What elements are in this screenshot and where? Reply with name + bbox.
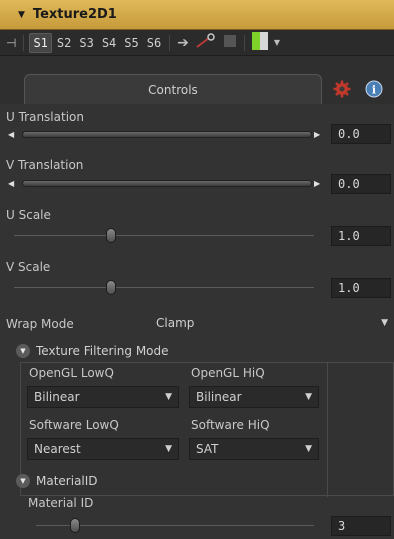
slot-s3-button[interactable]: S3 bbox=[76, 34, 96, 52]
slot-s2-button[interactable]: S2 bbox=[54, 34, 74, 52]
wrap-mode-value: Clamp bbox=[156, 316, 195, 330]
opengl-hiq-dropdown[interactable]: Bilinear ▼ bbox=[189, 386, 319, 408]
info-icon[interactable]: i bbox=[362, 78, 386, 100]
color-swatch-icon[interactable] bbox=[251, 32, 268, 53]
v-translation-input[interactable]: 0.0 bbox=[331, 174, 391, 194]
toolbar-divider bbox=[23, 34, 25, 51]
u-translation-input[interactable]: 0.0 bbox=[331, 124, 391, 144]
opengl-lowq-dropdown[interactable]: Bilinear ▼ bbox=[27, 386, 179, 408]
opengl-hiq-label: OpenGL HiQ bbox=[191, 366, 265, 380]
opengl-lowq-value: Bilinear bbox=[34, 390, 80, 404]
chevron-down-icon: ▼ bbox=[381, 318, 388, 328]
pin-icon[interactable]: ⊣ bbox=[6, 36, 16, 50]
collapse-arrow-icon[interactable]: ▼ bbox=[18, 10, 25, 20]
svg-text:i: i bbox=[372, 84, 376, 97]
controls-panel: U Translation ◀ ▶ 0.0 V Translation ◀ ▶ … bbox=[0, 104, 394, 539]
toolbar-divider bbox=[243, 34, 245, 51]
v-translation-right-arrow-icon[interactable]: ▶ bbox=[314, 179, 320, 188]
u-translation-left-arrow-icon[interactable]: ◀ bbox=[8, 130, 14, 139]
wrap-mode-dropdown[interactable]: Clamp ▼ bbox=[150, 313, 392, 335]
chevron-down-icon: ▼ bbox=[165, 444, 172, 454]
software-hiq-value: SAT bbox=[196, 442, 219, 456]
tab-controls[interactable]: Controls bbox=[24, 74, 322, 104]
settings-gear-icon[interactable] bbox=[330, 78, 354, 100]
u-scale-slider-handle[interactable] bbox=[106, 228, 116, 243]
tab-controls-label: Controls bbox=[148, 82, 198, 97]
tool-header[interactable]: ▼ Texture2D1 bbox=[0, 0, 394, 30]
software-hiq-label: Software HiQ bbox=[191, 418, 270, 432]
chevron-down-icon: ▼ bbox=[305, 444, 312, 454]
v-translation-range-slider[interactable] bbox=[22, 180, 312, 187]
slot-s1-button[interactable]: S1 bbox=[29, 32, 52, 53]
chevron-down-icon: ▼ bbox=[305, 392, 312, 402]
texture-filtering-section-header[interactable]: ▼ Texture Filtering Mode bbox=[16, 344, 169, 358]
material-id-label: Material ID bbox=[28, 496, 94, 510]
texture-filtering-title: Texture Filtering Mode bbox=[36, 344, 169, 358]
toolbar-divider bbox=[169, 34, 171, 51]
slot-s5-button[interactable]: S5 bbox=[121, 34, 141, 52]
material-id-slider-handle[interactable] bbox=[70, 518, 80, 533]
v-scale-input[interactable]: 1.0 bbox=[331, 278, 391, 298]
disabled-icon[interactable] bbox=[223, 34, 237, 51]
v-scale-label: V Scale bbox=[6, 260, 51, 274]
opengl-hiq-value: Bilinear bbox=[196, 390, 242, 404]
software-hiq-dropdown[interactable]: SAT ▼ bbox=[189, 438, 319, 460]
collapse-icon[interactable]: ▼ bbox=[16, 344, 30, 358]
wrap-mode-label: Wrap Mode bbox=[6, 317, 74, 331]
toolbar: ⊣ S1 S2 S3 S4 S5 S6 ➔ ▼ bbox=[0, 30, 394, 56]
software-lowq-dropdown[interactable]: Nearest ▼ bbox=[27, 438, 179, 460]
tool-title: Texture2D1 bbox=[32, 7, 117, 22]
panel-divider bbox=[327, 363, 328, 497]
v-scale-slider-handle[interactable] bbox=[106, 280, 116, 295]
chevron-down-icon: ▼ bbox=[165, 392, 172, 402]
software-lowq-value: Nearest bbox=[34, 442, 81, 456]
link-arrow-icon[interactable]: ➔ bbox=[177, 35, 189, 51]
materialid-title: MaterialID bbox=[36, 474, 98, 488]
u-translation-range-slider[interactable] bbox=[22, 131, 312, 138]
materialid-section-header[interactable]: ▼ MaterialID bbox=[16, 474, 98, 488]
slot-s6-button[interactable]: S6 bbox=[144, 34, 164, 52]
swatch-dropdown-icon[interactable]: ▼ bbox=[274, 38, 280, 47]
tab-bar: Controls i bbox=[0, 74, 394, 104]
u-scale-input[interactable]: 1.0 bbox=[331, 226, 391, 246]
software-lowq-label: Software LowQ bbox=[29, 418, 119, 432]
u-translation-right-arrow-icon[interactable]: ▶ bbox=[314, 130, 320, 139]
collapse-icon[interactable]: ▼ bbox=[16, 474, 30, 488]
u-translation-label: U Translation bbox=[6, 110, 84, 124]
u-scale-track[interactable] bbox=[14, 235, 314, 236]
material-id-input[interactable]: 3 bbox=[331, 516, 391, 536]
u-scale-label: U Scale bbox=[6, 208, 51, 222]
v-translation-left-arrow-icon[interactable]: ◀ bbox=[8, 179, 14, 188]
opengl-lowq-label: OpenGL LowQ bbox=[29, 366, 114, 380]
slot-s4-button[interactable]: S4 bbox=[99, 34, 119, 52]
v-translation-label: V Translation bbox=[6, 158, 84, 172]
v-scale-track[interactable] bbox=[14, 287, 314, 288]
pick-icon[interactable] bbox=[195, 33, 217, 52]
